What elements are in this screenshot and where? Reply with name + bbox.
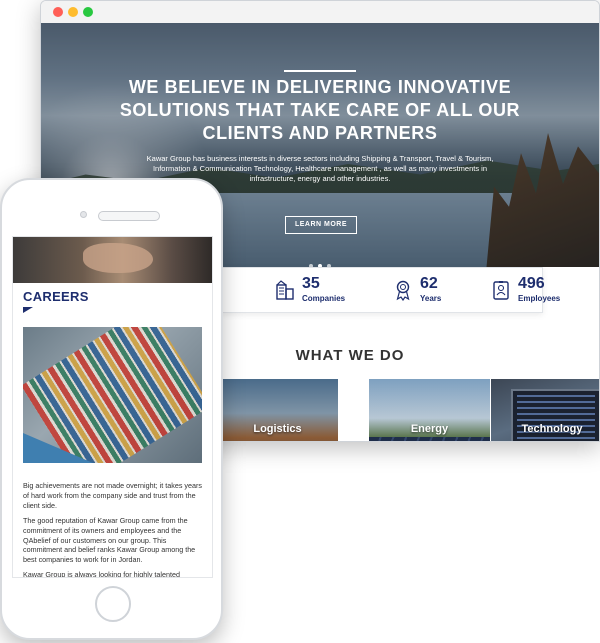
handshake-hands — [83, 243, 153, 273]
hero-divider — [284, 70, 356, 72]
careers-title: CAREERS — [23, 289, 89, 304]
service-label-logistics: Logistics — [253, 423, 302, 435]
services-grid: Logistics Energy Technology — [217, 379, 599, 441]
hero-slider-dots — [309, 255, 336, 267]
stat-years-value: 62 — [420, 275, 438, 292]
stat-years-label: Years — [420, 294, 442, 303]
service-card-energy[interactable]: Energy — [369, 379, 490, 441]
careers-paragraph-1: Big achievements are not made overnight;… — [23, 481, 202, 510]
port-containers-image — [23, 327, 202, 463]
service-card-technology[interactable]: Technology — [491, 379, 599, 441]
careers-paragraph-3: Kawar Group is always looking for highly… — [23, 570, 181, 578]
browser-titlebar — [41, 1, 599, 24]
what-we-do-title: WHAT WE DO — [295, 347, 405, 364]
service-label-technology: Technology — [521, 423, 583, 435]
service-card-logistics[interactable]: Logistics — [217, 379, 338, 441]
phone-home-button[interactable] — [95, 586, 131, 622]
window-minimize-button[interactable] — [68, 7, 78, 17]
building-icon — [276, 280, 294, 300]
stats-bar: 35 Companies 62 Years 496 Employees — [221, 267, 560, 313]
service-label-energy: Energy — [410, 423, 449, 435]
stat-companies-label: Companies — [302, 294, 346, 303]
learn-more-button[interactable]: LEARN MORE — [285, 216, 357, 234]
phone-speaker — [98, 211, 160, 221]
hero-title: WE BELIEVE IN DELIVERING INNOVATIVE SOLU… — [119, 77, 521, 143]
employee-badge-icon — [493, 281, 509, 300]
stat-companies-value: 35 — [302, 275, 320, 292]
solar-panels-image — [369, 437, 490, 441]
phone-camera — [80, 211, 87, 218]
window-close-button[interactable] — [53, 7, 63, 17]
mobile-phone-mockup: CAREERS Big achievements are not made ov… — [0, 178, 223, 640]
careers-paragraph-2: The good reputation of Kawar Group came … — [23, 516, 196, 565]
handshake-image — [13, 237, 212, 283]
mobile-screen: CAREERS Big achievements are not made ov… — [12, 236, 213, 578]
window-maximize-button[interactable] — [83, 7, 93, 17]
stat-employees-value: 496 — [518, 275, 545, 292]
award-ribbon-icon — [396, 280, 410, 301]
stat-employees-label: Employees — [518, 294, 561, 303]
shipping-containers — [23, 327, 202, 463]
careers-accent-mark — [23, 307, 33, 313]
